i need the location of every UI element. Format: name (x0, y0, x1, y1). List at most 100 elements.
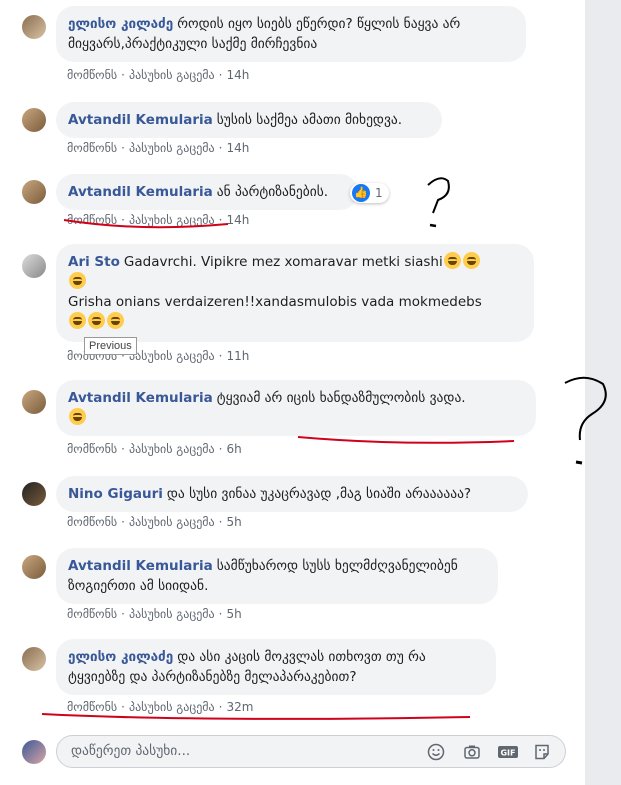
reply-link[interactable]: პასუხის გაცემა (129, 68, 215, 82)
comment-bubble: Nino Gigauri და სუსი ვინაა უკაცრავად ,მაგ… (56, 476, 528, 512)
comment-actions: მომწონს · პასუხის გაცემა · 14h (67, 141, 249, 155)
timestamp[interactable]: 6h (226, 442, 241, 456)
comment-bubble: Avtandil Kemularia სუსის საქმეა ამათი მიხ… (56, 102, 442, 138)
question-mark-dot (575, 460, 583, 465)
comment-bubble: Ari Sto Gadavrchi. Vipikre mez xomaravar … (56, 244, 534, 342)
red-underline (297, 436, 515, 444)
reply-input[interactable] (69, 742, 423, 760)
reply-link[interactable]: პასუხის გაცემა (129, 213, 215, 227)
laughing-emoji-icon (69, 312, 86, 329)
avatar[interactable] (22, 180, 46, 204)
timestamp[interactable]: 14h (226, 213, 249, 227)
reply-link[interactable]: პასუხის გაცემა (129, 515, 215, 529)
reply-composer[interactable]: GIF (56, 735, 566, 768)
separator: · (218, 141, 223, 155)
comment-author[interactable]: Avtandil Kemularia (68, 184, 213, 200)
separator: · (218, 68, 223, 82)
timestamp[interactable]: 11h (226, 349, 249, 363)
comment-text: სუსის საქმეა ამათი მიხედვა. (216, 112, 403, 128)
like-link[interactable]: მომწონს (67, 442, 117, 456)
comment-bubble: ელისო კილაძე და ასი კაცის მოკვლას ითხოვთ … (56, 639, 496, 695)
separator: · (121, 68, 125, 82)
comment-actions: მომწონს · პასუხის გაცემა · 14h (67, 213, 249, 227)
avatar[interactable] (22, 108, 46, 132)
avatar[interactable] (22, 555, 46, 579)
timestamp[interactable]: 5h (226, 607, 241, 621)
reaction-badge[interactable]: 👍 1 (350, 183, 389, 203)
laughing-emoji-icon (69, 272, 86, 289)
separator: · (218, 442, 223, 456)
timestamp[interactable]: 14h (226, 68, 249, 82)
comment-author[interactable]: Avtandil Kemularia (68, 390, 213, 406)
red-underline (41, 713, 471, 720)
like-link[interactable]: მომწონს (67, 607, 117, 621)
avatar[interactable] (22, 254, 46, 278)
sticker-icon[interactable] (533, 743, 551, 761)
separator: · (121, 442, 125, 456)
avatar[interactable] (22, 390, 46, 414)
emoji-icon[interactable] (427, 743, 445, 761)
previous-tooltip: Previous (84, 337, 137, 355)
separator: · (218, 607, 223, 621)
comment-bubble: ელისო კილაძე როდის იყო სიებს ეწერდი? წყლი… (56, 6, 526, 62)
separator: · (121, 213, 125, 227)
like-link[interactable]: მომწონს (67, 68, 117, 82)
like-link[interactable]: მომწონს (67, 213, 117, 227)
separator: · (121, 607, 125, 621)
comment-text: ან პარტიზანების. (216, 184, 329, 200)
laughing-emoji-icon (88, 312, 105, 329)
camera-icon[interactable] (463, 743, 481, 761)
smile-emoji-icon (69, 408, 86, 425)
comment-author[interactable]: Avtandil Kemularia (68, 558, 213, 574)
separator: · (121, 141, 125, 155)
comment-text: Grisha onians verdaizeren!!xandasmulobis… (68, 294, 482, 310)
separator: · (121, 700, 125, 714)
comment-text: ტყვიამ არ იცის ხანდაზმულობის ვადა. (216, 390, 466, 406)
separator: · (218, 515, 223, 529)
comment-text: Gadavrchi. Vipikre mez xomaravar metki s… (123, 254, 443, 270)
comment-author[interactable]: Nino Gigauri (68, 486, 163, 502)
gif-icon[interactable]: GIF (497, 743, 519, 761)
reply-link[interactable]: პასუხის გაცემა (129, 607, 215, 621)
comment-actions: მომწონს · პასუხის გაცემა · 14h (67, 68, 249, 82)
comment-author[interactable]: ელისო კილაძე (68, 16, 173, 32)
timestamp[interactable]: 32m (226, 700, 253, 714)
thumbs-up-icon: 👍 (352, 184, 370, 202)
separator: · (218, 700, 223, 714)
like-link[interactable]: მომწონს (67, 700, 117, 714)
laughing-emoji-icon (107, 312, 124, 329)
timestamp[interactable]: 14h (226, 141, 249, 155)
comment-bubble: Avtandil Kemularia ტყვიამ არ იცის ხანდაზმ… (56, 380, 536, 436)
laughing-emoji-icon (443, 252, 461, 269)
current-user-avatar[interactable] (22, 740, 46, 764)
right-scroll-area (585, 0, 621, 785)
reply-link[interactable]: პასუხის გაცემა (129, 700, 215, 714)
question-mark-drawing (427, 177, 450, 214)
avatar[interactable] (22, 482, 46, 506)
comment-actions: მომწონს · პასუხის გაცემა · 5h (67, 515, 242, 529)
like-link[interactable]: მომწონს (67, 515, 117, 529)
reply-link[interactable]: პასუხის გაცემა (129, 349, 215, 363)
comment-actions: მომწონს · პასუხის გაცემა · 6h (67, 442, 242, 456)
comment-bubble: Avtandil Kemularia ან პარტიზანების. (56, 174, 358, 210)
comment-actions: მომწონს · პასუხის გაცემა · 5h (67, 607, 242, 621)
laughing-emoji-icon (462, 252, 480, 269)
timestamp[interactable]: 5h (226, 515, 241, 529)
comment-author[interactable]: Ari Sto (68, 254, 120, 270)
separator: · (218, 213, 223, 227)
reply-link[interactable]: პასუხის გაცემა (129, 442, 215, 456)
comment-author[interactable]: ელისო კილაძე (68, 649, 173, 665)
reaction-count: 1 (375, 186, 383, 200)
comment-bubble: Avtandil Kemularia სამწუხაროდ სუსს ხელმძღ… (56, 548, 498, 604)
reply-link[interactable]: პასუხის გაცემა (129, 141, 215, 155)
separator: · (121, 515, 125, 529)
comment-text: და სუსი ვინაა უკაცრავად ,მაგ სიაში არააა… (166, 486, 472, 502)
comment-author[interactable]: Avtandil Kemularia (68, 112, 213, 128)
like-link[interactable]: მომწონს (67, 141, 117, 155)
avatar[interactable] (22, 15, 46, 39)
separator: · (218, 349, 223, 363)
comment-actions: მომწონს · პასუხის გაცემა · 32m (67, 700, 253, 714)
avatar[interactable] (22, 647, 46, 671)
question-mark-dot (429, 223, 437, 228)
svg-text:GIF: GIF (500, 749, 515, 758)
